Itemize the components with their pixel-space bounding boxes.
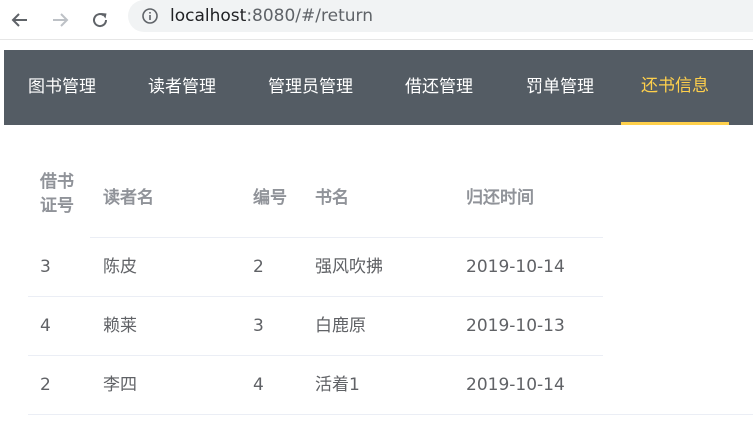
cell-card-id: 4 [40, 316, 51, 336]
cell-book-name: 白鹿原 [315, 316, 366, 336]
url-path: :8080/#/return [246, 6, 373, 26]
reload-button[interactable] [84, 4, 116, 36]
cell-reader-name: 李四 [103, 375, 137, 395]
url-text: localhost:8080/#/return [170, 5, 373, 27]
cell-book-id: 4 [253, 375, 264, 395]
header-card-id-line1: 借书 [40, 172, 74, 192]
cell-card-id: 2 [40, 375, 51, 395]
menu-item-reader-management[interactable]: 读者管理 [128, 50, 236, 125]
table-header: 借书 证号 读者名 编号 书名 归还时间 [28, 150, 753, 238]
menu-item-admin-management[interactable]: 管理员管理 [248, 50, 373, 125]
address-bar[interactable]: localhost:8080/#/return [128, 0, 753, 32]
url-host: localhost [170, 6, 247, 26]
info-icon[interactable] [142, 8, 158, 24]
cell-book-id: 3 [253, 316, 264, 336]
table-row: 4 赖莱 3 白鹿原 2019-10-13 [28, 297, 753, 356]
back-button[interactable] [4, 4, 36, 36]
cell-return-time: 2019-10-14 [466, 375, 565, 395]
cell-book-name: 活着1 [315, 375, 360, 395]
cell-return-time: 2019-10-14 [466, 257, 565, 277]
header-return-time: 归还时间 [466, 188, 534, 208]
menu-item-borrow-return-management[interactable]: 借还管理 [385, 50, 493, 125]
browser-toolbar: localhost:8080/#/return [0, 0, 753, 40]
cell-card-id: 3 [40, 257, 51, 277]
arrow-right-icon [53, 13, 69, 27]
cell-return-time: 2019-10-13 [466, 316, 565, 336]
menu-item-book-management[interactable]: 图书管理 [8, 50, 116, 125]
table-row: 2 李四 4 活着1 2019-10-14 [28, 356, 753, 415]
cell-book-name: 强风吹拂 [315, 257, 383, 277]
table-row: 3 陈皮 2 强风吹拂 2019-10-14 [28, 238, 753, 297]
cell-book-id: 2 [253, 257, 264, 277]
forward-button[interactable] [44, 4, 76, 36]
menu-item-return-info[interactable]: 还书信息 [621, 50, 729, 125]
cell-reader-name: 陈皮 [103, 257, 137, 277]
cell-reader-name: 赖莱 [103, 316, 137, 336]
main-menu: 图书管理 读者管理 管理员管理 借还管理 罚单管理 还书信息 [4, 50, 753, 125]
menu-item-fine-management[interactable]: 罚单管理 [506, 50, 614, 125]
row-divider [28, 414, 753, 415]
header-card-id: 借书 证号 [40, 170, 74, 218]
return-info-table: 借书 证号 读者名 编号 书名 归还时间 3 陈皮 2 强风吹拂 2019-10… [28, 150, 753, 415]
header-book-name: 书名 [315, 188, 349, 208]
arrow-left-icon [11, 13, 27, 27]
header-book-id: 编号 [253, 188, 287, 208]
header-card-id-line2: 证号 [40, 196, 74, 216]
reload-icon [93, 13, 108, 28]
header-reader-name: 读者名 [103, 188, 154, 208]
